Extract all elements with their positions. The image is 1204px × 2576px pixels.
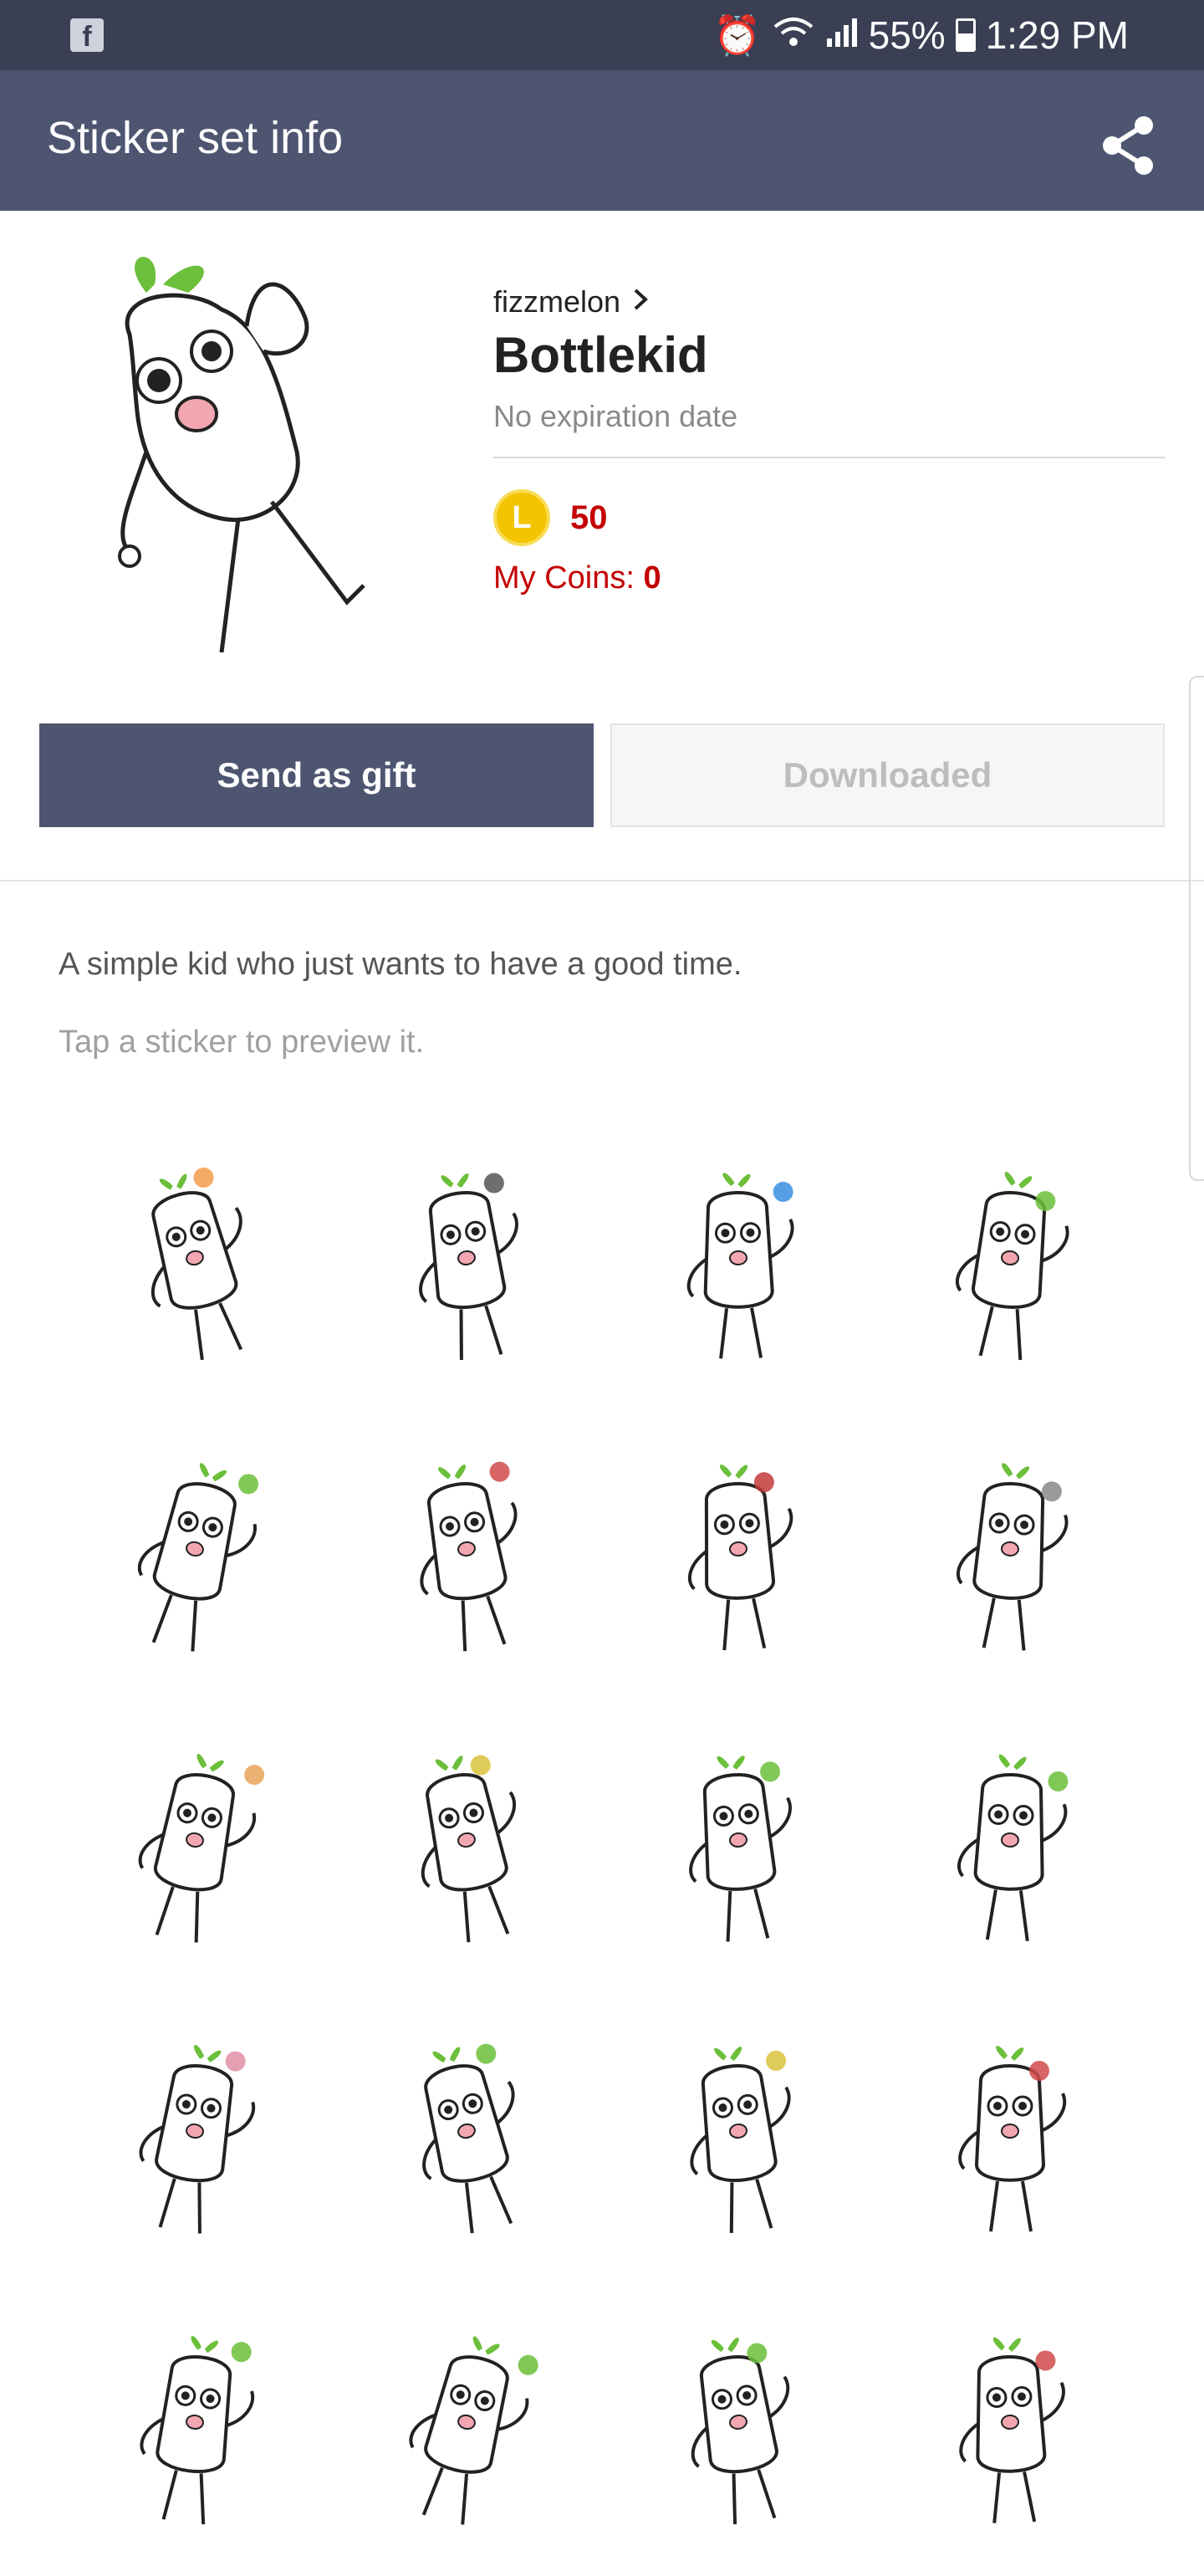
send-as-gift-button[interactable]: Send as gift (39, 723, 594, 827)
coin-icon: L (493, 489, 550, 546)
sticker-image (955, 1172, 1069, 1361)
sticker-image (421, 2043, 515, 2234)
sticker-image (687, 1464, 793, 1651)
sticker-3[interactable] (602, 1121, 874, 1412)
sticker-11[interactable] (602, 1703, 874, 1994)
sticker-image (419, 1461, 517, 1652)
sticker-9[interactable] (59, 1703, 330, 1994)
page-title: Sticker set info (47, 113, 344, 163)
sticker-info: fizzmelon Bottlekid No expiration date (493, 284, 1162, 434)
chevron-right-icon (632, 284, 650, 319)
sticker-image (138, 1754, 264, 1943)
section-divider (0, 880, 1204, 882)
sticker-14[interactable] (330, 1994, 602, 2285)
my-coins: My Coins: 0 (493, 560, 661, 596)
expiration-text: No expiration date (493, 399, 738, 433)
sticker-image (957, 2046, 1066, 2232)
sticker-set-title: Bottlekid (493, 327, 708, 383)
scroll-handle[interactable] (1189, 676, 1204, 1181)
sticker-8[interactable] (874, 1412, 1145, 1703)
sticker-image (691, 2338, 789, 2525)
sticker-image (418, 1173, 518, 1361)
wifi-icon (772, 13, 815, 58)
price-value: 50 (570, 498, 608, 536)
sticker-image (150, 1168, 242, 1361)
sticker-image (686, 1173, 794, 1359)
sticker-17[interactable] (59, 2285, 330, 2576)
status-bar: f ⏰ 55% 1:29 PM (0, 0, 1204, 70)
app-bar: Sticker set info (0, 70, 1204, 211)
downloaded-button[interactable]: Downloaded (610, 723, 1165, 827)
sticker-15[interactable] (602, 1994, 874, 2285)
price-row: L 50 (493, 489, 608, 546)
sticker-image (137, 1463, 258, 1652)
sticker-20[interactable] (874, 2285, 1145, 2576)
divider (493, 457, 1166, 458)
sticker-grid (59, 1121, 1145, 2576)
sticker-1[interactable] (59, 1121, 330, 1412)
sticker-5[interactable] (59, 1412, 330, 1703)
facebook-icon: f (70, 18, 104, 53)
status-icons: ⏰ 55% 1:29 PM (713, 10, 1129, 60)
sticker-image (689, 2047, 791, 2233)
sticker-2[interactable] (330, 1121, 602, 1412)
main-sticker-image (96, 234, 406, 669)
share-icon[interactable] (1095, 112, 1162, 179)
sticker-image (139, 2336, 254, 2525)
battery-percent: 55% (868, 13, 946, 57)
sticker-7[interactable] (602, 1412, 874, 1703)
sticker-12[interactable] (874, 1703, 1145, 1994)
sticker-6[interactable] (330, 1412, 602, 1703)
signal-icon (825, 13, 859, 58)
clock: 1:29 PM (985, 13, 1129, 57)
author-name: fizzmelon (493, 284, 621, 319)
preview-hint: Tap a sticker to preview it. (59, 1025, 425, 1060)
my-coins-value: 0 (643, 560, 661, 595)
sticker-image (408, 2336, 538, 2525)
alarm-icon: ⏰ (713, 13, 762, 57)
author-link[interactable]: fizzmelon (493, 284, 1162, 319)
my-coins-label: My Coins: (493, 560, 644, 595)
sticker-image (957, 1754, 1068, 1942)
description-text: A simple kid who just wants to have a go… (59, 947, 742, 982)
sticker-image (688, 1756, 792, 1942)
sticker-13[interactable] (59, 1994, 330, 2285)
sticker-image (421, 1755, 516, 1943)
sticker-18[interactable] (330, 2285, 602, 2576)
sticker-4[interactable] (874, 1121, 1145, 1412)
sticker-10[interactable] (330, 1703, 602, 1994)
sticker-image (956, 1463, 1068, 1651)
sticker-image (139, 2045, 255, 2234)
sticker-19[interactable] (602, 2285, 874, 2576)
sticker-image (958, 2337, 1065, 2523)
battery-icon (955, 18, 976, 52)
sticker-16[interactable] (874, 1994, 1145, 2285)
